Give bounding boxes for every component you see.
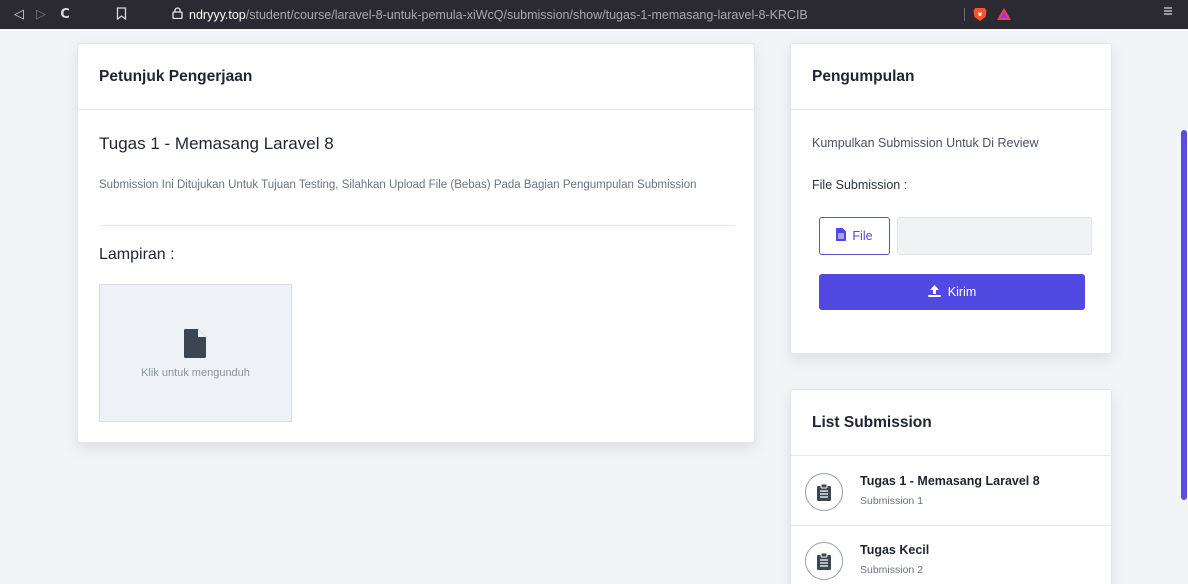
upload-icon bbox=[927, 284, 941, 300]
url-host: ndryyy.top bbox=[189, 7, 246, 22]
submission-card: Pengumpulan Kumpulkan Submission Untuk D… bbox=[790, 43, 1112, 354]
attachments-title: Lampiran : bbox=[99, 246, 175, 263]
bookmark-icon[interactable] bbox=[116, 6, 127, 23]
menu-icon[interactable] bbox=[1162, 5, 1174, 21]
submission-title: Tugas 1 - Memasang Laravel 8 bbox=[860, 474, 1040, 488]
brave-rewards-icon[interactable] bbox=[996, 6, 1012, 22]
task-description: Submission Ini Ditujukan Untuk Tujuan Te… bbox=[99, 179, 697, 191]
submission-header: Pengumpulan bbox=[791, 44, 1111, 110]
submission-list-item[interactable]: Tugas Kecil Submission 2 bbox=[791, 526, 1111, 584]
toolbar-divider bbox=[964, 8, 965, 21]
submit-button-label: Kirim bbox=[947, 285, 977, 299]
clipboard-icon bbox=[805, 542, 843, 580]
submission-list-header: List Submission bbox=[791, 390, 1111, 456]
address-bar[interactable]: ndryyy.top/student/course/laravel-8-untu… bbox=[172, 4, 1032, 25]
clipboard-icon bbox=[805, 473, 843, 511]
submission-title: Tugas Kecil bbox=[860, 543, 930, 557]
file-name-input[interactable] bbox=[897, 217, 1092, 255]
browser-toolbar: ◁ ▷ C ndryyy.top/student/course/laravel-… bbox=[0, 0, 1188, 29]
reload-icon[interactable]: C bbox=[54, 4, 76, 26]
instructions-header: Petunjuk Pengerjaan bbox=[78, 44, 754, 110]
submission-subtitle: Kumpulkan Submission Untuk Di Review bbox=[812, 136, 1039, 150]
divider bbox=[99, 225, 735, 226]
submit-button[interactable]: Kirim bbox=[819, 274, 1085, 310]
file-button[interactable]: File bbox=[819, 217, 890, 255]
forward-icon[interactable]: ▷ bbox=[30, 4, 52, 26]
back-icon[interactable]: ◁ bbox=[8, 4, 30, 26]
instructions-card: Petunjuk Pengerjaan Tugas 1 - Memasang L… bbox=[77, 43, 755, 443]
scrollbar[interactable] bbox=[1181, 130, 1187, 500]
submission-list-card: List Submission Tugas 1 - Memasang Larav… bbox=[790, 389, 1112, 584]
submission-subtitle: Submission 1 bbox=[860, 495, 924, 507]
attachment-download[interactable]: Klik untuk mengunduh bbox=[99, 284, 292, 422]
file-button-label: File bbox=[852, 229, 873, 243]
brave-shield-icon[interactable] bbox=[972, 6, 988, 22]
file-icon bbox=[184, 329, 206, 358]
document-icon bbox=[836, 228, 847, 244]
submission-list-item[interactable]: Tugas 1 - Memasang Laravel 8 Submission … bbox=[791, 457, 1111, 526]
submission-subtitle: Submission 2 bbox=[860, 564, 924, 576]
task-title: Tugas 1 - Memasang Laravel 8 bbox=[99, 134, 334, 153]
attachment-hint: Klik untuk mengunduh bbox=[141, 367, 250, 379]
file-submission-label: File Submission : bbox=[812, 178, 908, 192]
url-path: /student/course/laravel-8-untuk-pemula-x… bbox=[245, 7, 808, 22]
lock-icon bbox=[172, 7, 183, 22]
